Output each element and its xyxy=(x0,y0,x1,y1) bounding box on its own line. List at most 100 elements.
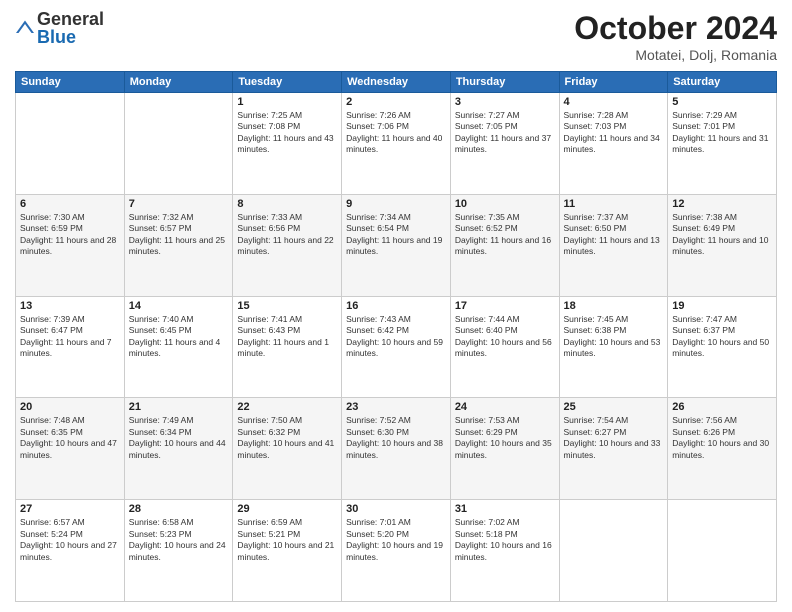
day-info: Sunrise: 7:26 AMSunset: 7:06 PMDaylight:… xyxy=(346,110,446,156)
day-info: Sunrise: 7:50 AMSunset: 6:32 PMDaylight:… xyxy=(237,415,337,461)
day-number: 10 xyxy=(455,198,555,210)
day-number: 2 xyxy=(346,96,446,108)
day-number: 30 xyxy=(346,503,446,515)
day-number: 26 xyxy=(672,401,772,413)
day-info: Sunrise: 6:58 AMSunset: 5:23 PMDaylight:… xyxy=(129,517,229,563)
day-cell: 31 Sunrise: 7:02 AMSunset: 5:18 PMDayligh… xyxy=(450,500,559,602)
day-cell: 6 Sunrise: 7:30 AMSunset: 6:59 PMDaylight… xyxy=(16,194,125,296)
day-number: 17 xyxy=(455,300,555,312)
title-block: October 2024 Motatei, Dolj, Romania xyxy=(574,10,777,63)
day-info: Sunrise: 7:32 AMSunset: 6:57 PMDaylight:… xyxy=(129,212,229,258)
day-info: Sunrise: 7:27 AMSunset: 7:05 PMDaylight:… xyxy=(455,110,555,156)
weekday-header: Tuesday xyxy=(233,72,342,93)
day-info: Sunrise: 7:43 AMSunset: 6:42 PMDaylight:… xyxy=(346,314,446,360)
day-info: Sunrise: 7:34 AMSunset: 6:54 PMDaylight:… xyxy=(346,212,446,258)
logo-text: General Blue xyxy=(37,10,104,46)
day-cell: 11 Sunrise: 7:37 AMSunset: 6:50 PMDayligh… xyxy=(559,194,668,296)
day-number: 9 xyxy=(346,198,446,210)
day-number: 11 xyxy=(564,198,664,210)
day-number: 6 xyxy=(20,198,120,210)
day-number: 27 xyxy=(20,503,120,515)
day-info: Sunrise: 7:45 AMSunset: 6:38 PMDaylight:… xyxy=(564,314,664,360)
day-cell: 26 Sunrise: 7:56 AMSunset: 6:26 PMDayligh… xyxy=(668,398,777,500)
day-info: Sunrise: 7:25 AMSunset: 7:08 PMDaylight:… xyxy=(237,110,337,156)
day-info: Sunrise: 7:47 AMSunset: 6:37 PMDaylight:… xyxy=(672,314,772,360)
day-cell: 19 Sunrise: 7:47 AMSunset: 6:37 PMDayligh… xyxy=(668,296,777,398)
day-cell: 7Sunrise: 7:32 AMSunset: 6:57 PMDaylight… xyxy=(124,194,233,296)
day-info: Sunrise: 7:02 AMSunset: 5:18 PMDaylight:… xyxy=(455,517,555,563)
day-number: 29 xyxy=(237,503,337,515)
day-cell xyxy=(124,93,233,195)
day-cell: 15Sunrise: 7:41 AMSunset: 6:43 PMDayligh… xyxy=(233,296,342,398)
day-number: 31 xyxy=(455,503,555,515)
day-info: Sunrise: 7:53 AMSunset: 6:29 PMDaylight:… xyxy=(455,415,555,461)
logo-icon xyxy=(15,18,35,38)
day-cell: 22 Sunrise: 7:50 AMSunset: 6:32 PMDayligh… xyxy=(233,398,342,500)
day-info: Sunrise: 7:37 AMSunset: 6:50 PMDaylight:… xyxy=(564,212,664,258)
day-info: Sunrise: 7:56 AMSunset: 6:26 PMDaylight:… xyxy=(672,415,772,461)
weekday-header: Sunday xyxy=(16,72,125,93)
day-number: 15 xyxy=(237,300,337,312)
day-number: 19 xyxy=(672,300,772,312)
day-info: Sunrise: 7:40 AMSunset: 6:45 PMDaylight:… xyxy=(129,314,229,360)
day-cell: 10Sunrise: 7:35 AMSunset: 6:52 PMDayligh… xyxy=(450,194,559,296)
day-cell: 20 Sunrise: 7:48 AMSunset: 6:35 PMDayligh… xyxy=(16,398,125,500)
weekday-header-row: SundayMondayTuesdayWednesdayThursdayFrid… xyxy=(16,72,777,93)
day-number: 13 xyxy=(20,300,120,312)
day-number: 1 xyxy=(237,96,337,108)
day-cell: 9 Sunrise: 7:34 AMSunset: 6:54 PMDaylight… xyxy=(342,194,451,296)
location: Motatei, Dolj, Romania xyxy=(574,47,777,63)
day-number: 24 xyxy=(455,401,555,413)
day-cell: 4Sunrise: 7:28 AMSunset: 7:03 PMDaylight… xyxy=(559,93,668,195)
week-row: 20 Sunrise: 7:48 AMSunset: 6:35 PMDayligh… xyxy=(16,398,777,500)
day-cell xyxy=(668,500,777,602)
day-number: 18 xyxy=(564,300,664,312)
day-cell: 23 Sunrise: 7:52 AMSunset: 6:30 PMDayligh… xyxy=(342,398,451,500)
day-info: Sunrise: 7:29 AMSunset: 7:01 PMDaylight:… xyxy=(672,110,772,156)
day-info: Sunrise: 7:33 AMSunset: 6:56 PMDaylight:… xyxy=(237,212,337,258)
logo-blue: Blue xyxy=(37,28,104,46)
day-cell: 8 Sunrise: 7:33 AMSunset: 6:56 PMDaylight… xyxy=(233,194,342,296)
weekday-header: Saturday xyxy=(668,72,777,93)
week-row: 1 Sunrise: 7:25 AMSunset: 7:08 PMDaylight… xyxy=(16,93,777,195)
day-cell: 16 Sunrise: 7:43 AMSunset: 6:42 PMDayligh… xyxy=(342,296,451,398)
day-info: Sunrise: 7:48 AMSunset: 6:35 PMDaylight:… xyxy=(20,415,120,461)
day-cell: 14 Sunrise: 7:40 AMSunset: 6:45 PMDayligh… xyxy=(124,296,233,398)
day-number: 14 xyxy=(129,300,229,312)
logo: General Blue xyxy=(15,10,104,46)
day-number: 22 xyxy=(237,401,337,413)
day-number: 23 xyxy=(346,401,446,413)
day-number: 5 xyxy=(672,96,772,108)
week-row: 27Sunrise: 6:57 AMSunset: 5:24 PMDayligh… xyxy=(16,500,777,602)
day-cell: 24 Sunrise: 7:53 AMSunset: 6:29 PMDayligh… xyxy=(450,398,559,500)
day-info: Sunrise: 6:59 AMSunset: 5:21 PMDaylight:… xyxy=(237,517,337,563)
day-number: 3 xyxy=(455,96,555,108)
day-number: 8 xyxy=(237,198,337,210)
day-info: Sunrise: 7:44 AMSunset: 6:40 PMDaylight:… xyxy=(455,314,555,360)
week-row: 13 Sunrise: 7:39 AMSunset: 6:47 PMDayligh… xyxy=(16,296,777,398)
day-cell: 29 Sunrise: 6:59 AMSunset: 5:21 PMDayligh… xyxy=(233,500,342,602)
day-info: Sunrise: 7:52 AMSunset: 6:30 PMDaylight:… xyxy=(346,415,446,461)
day-cell xyxy=(16,93,125,195)
page: General Blue October 2024 Motatei, Dolj,… xyxy=(0,0,792,612)
day-number: 28 xyxy=(129,503,229,515)
day-info: Sunrise: 7:54 AMSunset: 6:27 PMDaylight:… xyxy=(564,415,664,461)
day-cell: 30Sunrise: 7:01 AMSunset: 5:20 PMDayligh… xyxy=(342,500,451,602)
day-cell: 13 Sunrise: 7:39 AMSunset: 6:47 PMDayligh… xyxy=(16,296,125,398)
day-number: 20 xyxy=(20,401,120,413)
day-info: Sunrise: 7:30 AMSunset: 6:59 PMDaylight:… xyxy=(20,212,120,258)
day-info: Sunrise: 7:39 AMSunset: 6:47 PMDaylight:… xyxy=(20,314,120,360)
day-cell: 28 Sunrise: 6:58 AMSunset: 5:23 PMDayligh… xyxy=(124,500,233,602)
day-cell: 17 Sunrise: 7:44 AMSunset: 6:40 PMDayligh… xyxy=(450,296,559,398)
day-cell: 5 Sunrise: 7:29 AMSunset: 7:01 PMDaylight… xyxy=(668,93,777,195)
day-number: 12 xyxy=(672,198,772,210)
header: General Blue October 2024 Motatei, Dolj,… xyxy=(15,10,777,63)
day-info: Sunrise: 7:38 AMSunset: 6:49 PMDaylight:… xyxy=(672,212,772,258)
day-cell xyxy=(559,500,668,602)
logo-general: General xyxy=(37,10,104,28)
weekday-header: Friday xyxy=(559,72,668,93)
calendar: SundayMondayTuesdayWednesdayThursdayFrid… xyxy=(15,71,777,602)
day-number: 16 xyxy=(346,300,446,312)
day-cell: 2 Sunrise: 7:26 AMSunset: 7:06 PMDaylight… xyxy=(342,93,451,195)
weekday-header: Thursday xyxy=(450,72,559,93)
